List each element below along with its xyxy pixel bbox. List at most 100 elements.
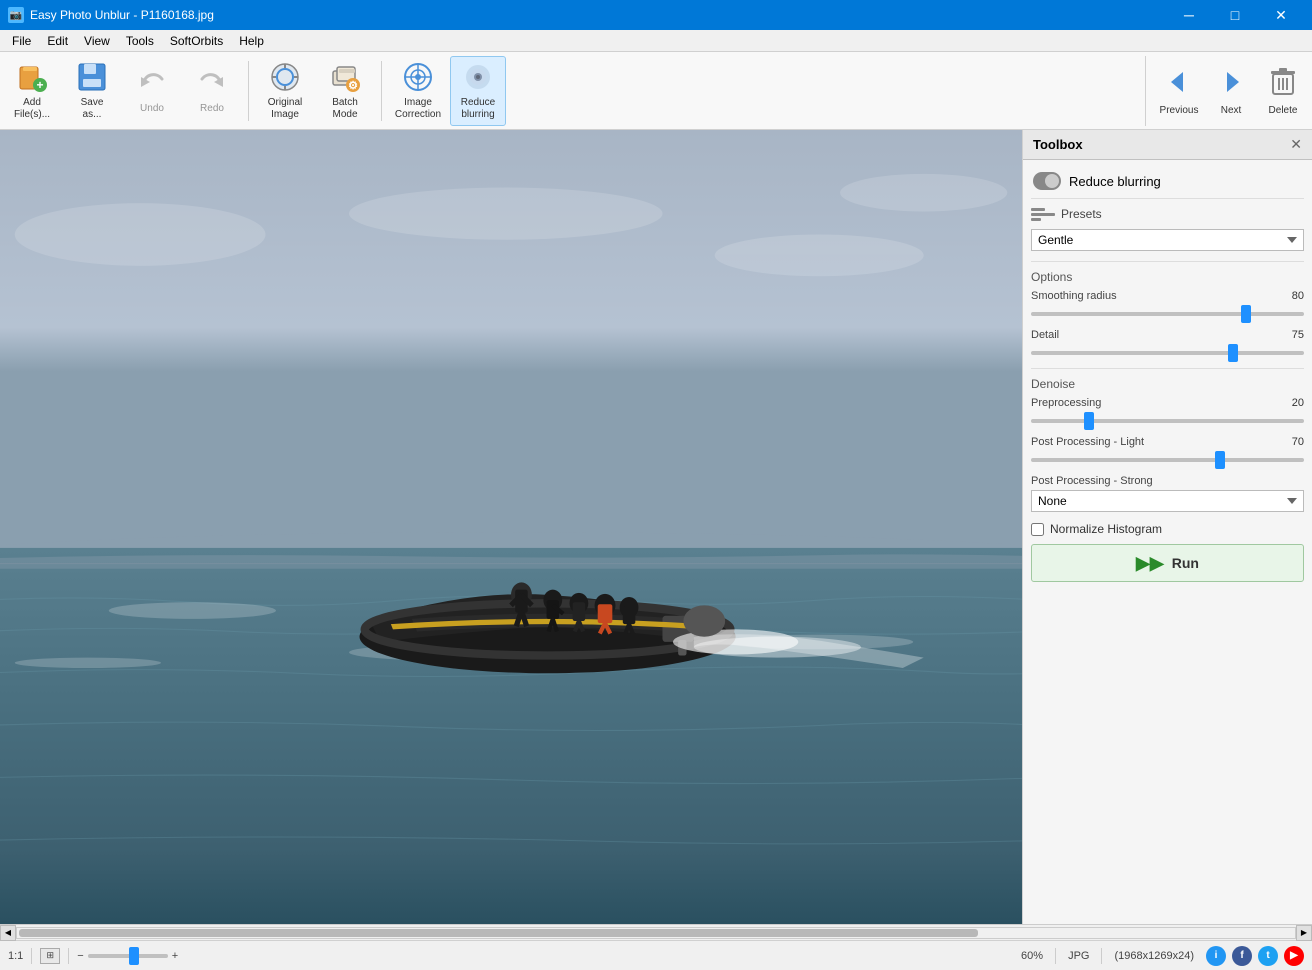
detail-value: 75 [1280, 329, 1304, 341]
smoothing-radius-value: 80 [1280, 290, 1304, 302]
close-button[interactable]: ✕ [1258, 0, 1304, 30]
save-as-button[interactable]: Saveas... [64, 56, 120, 126]
social-icons: i f t ▶ [1206, 946, 1304, 966]
zoom-out-icon[interactable]: − [77, 950, 83, 962]
status-bar: 1:1 ⊞ − + 60% JPG (1968x1269x24) i f t ▶ [0, 940, 1312, 970]
detail-row: Detail 75 [1031, 329, 1304, 358]
svg-text:⚙: ⚙ [348, 80, 358, 92]
undo-label: Undo [140, 103, 164, 115]
file-format: JPG [1068, 950, 1089, 962]
normalize-histogram-label: Normalize Histogram [1050, 522, 1162, 536]
normalize-histogram-checkbox[interactable] [1031, 523, 1044, 536]
maximize-button[interactable]: □ [1212, 0, 1258, 30]
window-title: Easy Photo Unblur - P1160168.jpg [30, 8, 214, 22]
redo-button[interactable]: Redo [184, 56, 240, 126]
main-layout: Toolbox ✕ Reduce blurring Presets [0, 130, 1312, 924]
save-as-label: Saveas... [81, 97, 104, 121]
toolbox-panel: Toolbox ✕ Reduce blurring Presets [1022, 130, 1312, 924]
zoom-percent: 60% [1021, 950, 1043, 962]
options-section: Options Smoothing radius 80 Detail 75 [1031, 261, 1304, 358]
denoise-section: Denoise Preprocessing 20 Post Processing… [1031, 368, 1304, 536]
image-correction-label: ImageCorrection [395, 97, 441, 121]
post-processing-light-value: 70 [1280, 436, 1304, 448]
image-area[interactable] [0, 130, 1022, 924]
info-icon[interactable]: i [1206, 946, 1226, 966]
zoom-ratio: 1:1 [8, 950, 23, 962]
delete-label: Delete [1269, 105, 1298, 116]
menu-help[interactable]: Help [231, 30, 272, 52]
presets-dropdown[interactable]: Gentle Moderate Strong Custom [1031, 229, 1304, 251]
zoom-in-icon[interactable]: + [172, 950, 178, 962]
smoothing-radius-slider[interactable] [1031, 312, 1304, 316]
post-processing-strong-label: Post Processing - Strong [1031, 475, 1153, 487]
add-files-button[interactable]: + AddFile(s)... [4, 56, 60, 126]
menu-file[interactable]: File [4, 30, 39, 52]
toolbox-close-button[interactable]: ✕ [1290, 136, 1302, 153]
reduce-blurring-icon [462, 61, 494, 93]
svg-text:+: + [36, 78, 43, 92]
previous-icon [1163, 66, 1195, 101]
options-label: Options [1031, 270, 1304, 284]
smoothing-radius-label: Smoothing radius [1031, 290, 1117, 302]
reduce-blurring-mode-label: Reduce blurring [1069, 174, 1161, 189]
normalize-histogram-row: Normalize Histogram [1031, 522, 1304, 536]
facebook-icon[interactable]: f [1232, 946, 1252, 966]
preprocessing-value: 20 [1280, 397, 1304, 409]
next-icon [1215, 66, 1247, 101]
toolbar: + AddFile(s)... Saveas... Undo [0, 52, 1312, 130]
run-label: Run [1172, 555, 1199, 571]
presets-icon [1031, 208, 1055, 224]
reduce-blurring-button[interactable]: Reduceblurring [450, 56, 506, 126]
image-canvas [0, 130, 1022, 924]
minimize-button[interactable]: ─ [1166, 0, 1212, 30]
image-dimensions: (1968x1269x24) [1114, 950, 1194, 962]
menu-softorbits[interactable]: SoftOrbits [162, 30, 231, 52]
previous-button[interactable]: Previous [1154, 56, 1204, 126]
youtube-icon[interactable]: ▶ [1284, 946, 1304, 966]
original-image-label: OriginalImage [268, 97, 302, 121]
run-arrow-icon: ▶▶ [1136, 553, 1164, 574]
scroll-left-button[interactable]: ◀ [0, 925, 16, 941]
fit-button[interactable]: ⊞ [40, 948, 60, 964]
post-processing-light-slider[interactable] [1031, 458, 1304, 462]
image-correction-button[interactable]: ImageCorrection [390, 56, 446, 126]
original-image-button[interactable]: OriginalImage [257, 56, 313, 126]
delete-icon [1269, 66, 1297, 101]
post-processing-strong-row: Post Processing - Strong None Light Medi… [1031, 475, 1304, 512]
scroll-thumb[interactable] [19, 929, 978, 937]
add-files-icon: + [16, 61, 48, 93]
post-processing-light-label: Post Processing - Light [1031, 436, 1144, 448]
detail-label: Detail [1031, 329, 1059, 341]
run-button[interactable]: ▶▶ Run [1031, 544, 1304, 582]
window-controls: ─ □ ✕ [1166, 0, 1304, 30]
horizontal-scrollbar[interactable]: ◀ ▶ [0, 924, 1312, 940]
presets-label: Presets [1061, 207, 1102, 221]
batch-mode-label: BatchMode [332, 97, 358, 121]
post-processing-strong-dropdown[interactable]: None Light Medium Strong [1031, 490, 1304, 512]
app-icon: 📷 [8, 7, 24, 23]
menu-tools[interactable]: Tools [118, 30, 162, 52]
zoom-slider[interactable] [88, 954, 168, 958]
preprocessing-label: Preprocessing [1031, 397, 1101, 409]
preprocessing-slider[interactable] [1031, 419, 1304, 423]
scroll-right-button[interactable]: ▶ [1296, 925, 1312, 941]
zoom-control: − + [77, 950, 178, 962]
reduce-blurring-mode-icon [1033, 172, 1061, 190]
twitter-icon[interactable]: t [1258, 946, 1278, 966]
undo-button[interactable]: Undo [124, 56, 180, 126]
scroll-track[interactable] [16, 927, 1296, 939]
reduce-blurring-label: Reduceblurring [461, 97, 495, 121]
undo-icon [136, 67, 168, 99]
reduce-blurring-row: Reduce blurring [1031, 168, 1304, 199]
preprocessing-row: Preprocessing 20 [1031, 397, 1304, 426]
status-bar-left: 1:1 ⊞ − + [8, 948, 1009, 964]
status-bar-right: 60% JPG (1968x1269x24) i f t ▶ [1021, 946, 1304, 966]
delete-button[interactable]: Delete [1258, 56, 1308, 126]
next-button[interactable]: Next [1206, 56, 1256, 126]
title-bar: 📷 Easy Photo Unblur - P1160168.jpg ─ □ ✕ [0, 0, 1312, 30]
menu-view[interactable]: View [76, 30, 118, 52]
menu-edit[interactable]: Edit [39, 30, 76, 52]
detail-slider[interactable] [1031, 351, 1304, 355]
toolbox-header: Toolbox ✕ [1023, 130, 1312, 160]
batch-mode-button[interactable]: ⚙ BatchMode [317, 56, 373, 126]
